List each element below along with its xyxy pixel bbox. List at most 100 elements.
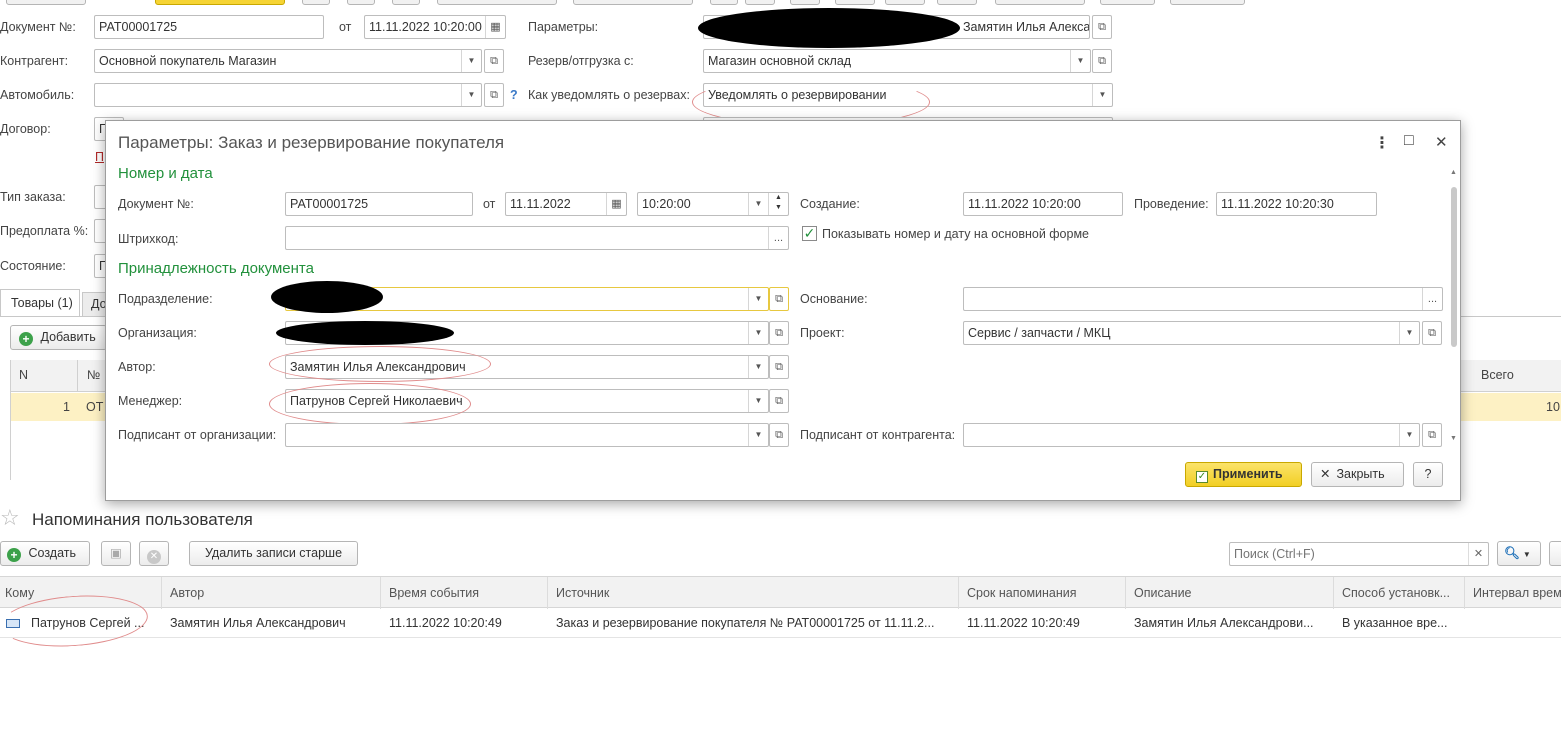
col-event-time[interactable]: Время события xyxy=(381,577,548,609)
chevron-down-icon[interactable]: ▼ xyxy=(1399,322,1419,344)
ellipsis-icon[interactable]: ... xyxy=(768,227,788,249)
toolbar-button[interactable] xyxy=(1170,0,1245,5)
chevron-down-icon[interactable]: ▼ xyxy=(1070,50,1090,72)
signer-org-label: Подписант от организации: xyxy=(118,428,277,442)
toolbar-button[interactable] xyxy=(995,0,1085,5)
toolbar-button[interactable] xyxy=(392,0,420,5)
chevron-down-icon[interactable]: ▼ xyxy=(748,424,768,446)
col-author[interactable]: Автор xyxy=(162,577,381,609)
scroll-thumb[interactable] xyxy=(1451,187,1457,347)
col-description[interactable]: Описание xyxy=(1126,577,1334,609)
params-dialog: Параметры: Заказ и резервирование покупа… xyxy=(105,120,1461,501)
toolbar-button[interactable] xyxy=(6,0,86,5)
dialog-scrollbar[interactable]: ▲ ▼ xyxy=(1449,169,1459,444)
project-field[interactable]: Сервис / запчасти / МКЦ ▼ xyxy=(963,321,1420,345)
toolbar-button[interactable] xyxy=(302,0,330,5)
create-button-label: Создать xyxy=(28,546,76,560)
chevron-down-icon[interactable]: ▼ xyxy=(748,288,768,310)
ellipsis-icon[interactable]: ... xyxy=(1422,288,1442,310)
create-button[interactable]: + Создать xyxy=(0,541,90,566)
params-open-icon[interactable]: ⧉ xyxy=(1092,15,1112,39)
author-open-icon[interactable]: ⧉ xyxy=(769,355,789,379)
table-row[interactable]: Патрунов Сергей ... Замятин Илья Алексан… xyxy=(0,608,1561,638)
division-open-icon[interactable]: ⧉ xyxy=(769,287,789,311)
counterparty-open-icon[interactable]: ⧉ xyxy=(484,49,504,73)
signer-cp-field[interactable]: ▼ xyxy=(963,423,1420,447)
toolbar-button-primary[interactable] xyxy=(155,0,285,5)
chevron-down-icon[interactable]: ▼ xyxy=(1092,84,1112,106)
search-button[interactable]: 🔍︎ ▼ xyxy=(1497,541,1541,566)
date-value: 11.11.2022 xyxy=(510,197,571,211)
basis-field[interactable]: ... xyxy=(963,287,1443,311)
toolbar-button[interactable] xyxy=(790,0,820,5)
signer-cp-open-icon[interactable]: ⧉ xyxy=(1422,423,1442,447)
org-open-icon[interactable]: ⧉ xyxy=(769,321,789,345)
car-open-icon[interactable]: ⧉ xyxy=(484,83,504,107)
col-interval[interactable]: Интервал врем xyxy=(1465,577,1561,609)
close-icon[interactable]: ✕ xyxy=(1435,133,1448,151)
search-input[interactable] xyxy=(1229,542,1489,566)
toolbar-button[interactable] xyxy=(745,0,775,5)
doc-number-field[interactable]: РАТ00001725 xyxy=(285,192,473,216)
time-field[interactable]: 10:20:00 ▼ ▲ ▼ xyxy=(637,192,789,216)
col-method[interactable]: Способ установк... xyxy=(1334,577,1465,609)
doc-number-field[interactable]: РАТ00001725 xyxy=(94,15,324,39)
signer-org-field[interactable]: ▼ xyxy=(285,423,769,447)
toolbar-button[interactable] xyxy=(710,0,738,5)
star-icon[interactable]: ☆ xyxy=(0,505,20,531)
section-ownership-title: Принадлежность документа xyxy=(118,260,314,277)
chevron-down-icon[interactable]: ▼ xyxy=(748,356,768,378)
reserve-open-icon[interactable]: ⧉ xyxy=(1092,49,1112,73)
counterparty-label: Контрагент: xyxy=(0,54,69,68)
delete-older-button[interactable]: Удалить записи старше xyxy=(189,541,358,566)
tab-goods[interactable]: Товары (1) xyxy=(0,289,80,317)
chevron-down-icon[interactable]: ▼ xyxy=(748,322,768,344)
toolbar-button[interactable] xyxy=(437,0,557,5)
signer-org-open-icon[interactable]: ⧉ xyxy=(769,423,789,447)
car-label: Автомобиль: xyxy=(0,88,75,102)
time-stepper[interactable]: ▲ ▼ xyxy=(768,193,788,215)
toolbar-button[interactable] xyxy=(885,0,925,5)
chevron-down-icon[interactable]: ▼ xyxy=(461,84,481,106)
toolbar-button[interactable] xyxy=(347,0,375,5)
reserve-field[interactable]: Магазин основной склад ▼ xyxy=(703,49,1091,73)
more-button[interactable] xyxy=(1549,541,1561,566)
toolbar-button[interactable] xyxy=(835,0,875,5)
toolbar-button[interactable] xyxy=(1100,0,1155,5)
col-total-header: Всего xyxy=(1481,368,1514,382)
copy-icon[interactable]: ▣ xyxy=(101,541,131,566)
apply-button[interactable]: ✓ Применить xyxy=(1185,462,1302,487)
show-number-checkbox[interactable]: ✓ xyxy=(802,226,817,241)
date-field[interactable]: 11.11.2022 ▦ xyxy=(505,192,627,216)
chevron-down-icon[interactable]: ▼ xyxy=(748,390,768,412)
search-icon: 🔍︎ xyxy=(1504,546,1520,560)
col-source[interactable]: Источник xyxy=(548,577,959,609)
barcode-field[interactable]: ... xyxy=(285,226,789,250)
toolbar-button[interactable] xyxy=(937,0,977,5)
toolbar-button[interactable] xyxy=(573,0,693,5)
car-field[interactable]: ▼ xyxy=(94,83,482,107)
counterparty-field[interactable]: Основной покупатель Магазин ▼ xyxy=(94,49,482,73)
close-button[interactable]: ✕ Закрыть xyxy=(1311,462,1404,487)
doc-datetime-field[interactable]: 11.11.2022 10:20:00 ▦ xyxy=(364,15,506,39)
manager-open-icon[interactable]: ⧉ xyxy=(769,389,789,413)
calendar-icon[interactable]: ▦ xyxy=(485,16,505,38)
chevron-down-icon[interactable]: ▼ xyxy=(461,50,481,72)
maximize-icon[interactable]: □ xyxy=(1404,132,1414,150)
add-button[interactable]: + Добавить xyxy=(10,325,107,350)
chevron-down-icon[interactable]: ▼ xyxy=(748,193,768,215)
more-icon[interactable]: ⋮ xyxy=(1374,133,1390,153)
col-deadline[interactable]: Срок напоминания xyxy=(959,577,1126,609)
help-button[interactable]: ? xyxy=(1413,462,1443,487)
contract-link[interactable]: П xyxy=(95,150,104,164)
cell-author: Замятин Илья Александрович xyxy=(170,616,346,630)
chevron-down-icon[interactable]: ▼ xyxy=(1399,424,1419,446)
project-open-icon[interactable]: ⧉ xyxy=(1422,321,1442,345)
help-icon[interactable]: ? xyxy=(510,88,518,102)
delete-icon[interactable]: ✕ xyxy=(139,541,169,566)
search-clear-icon[interactable]: ✕ xyxy=(1468,543,1488,565)
calendar-icon[interactable]: ▦ xyxy=(606,193,626,215)
scroll-down-icon[interactable]: ▼ xyxy=(1450,435,1457,442)
scroll-up-icon[interactable]: ▲ xyxy=(1450,169,1457,176)
col-n-header: N xyxy=(19,368,29,382)
